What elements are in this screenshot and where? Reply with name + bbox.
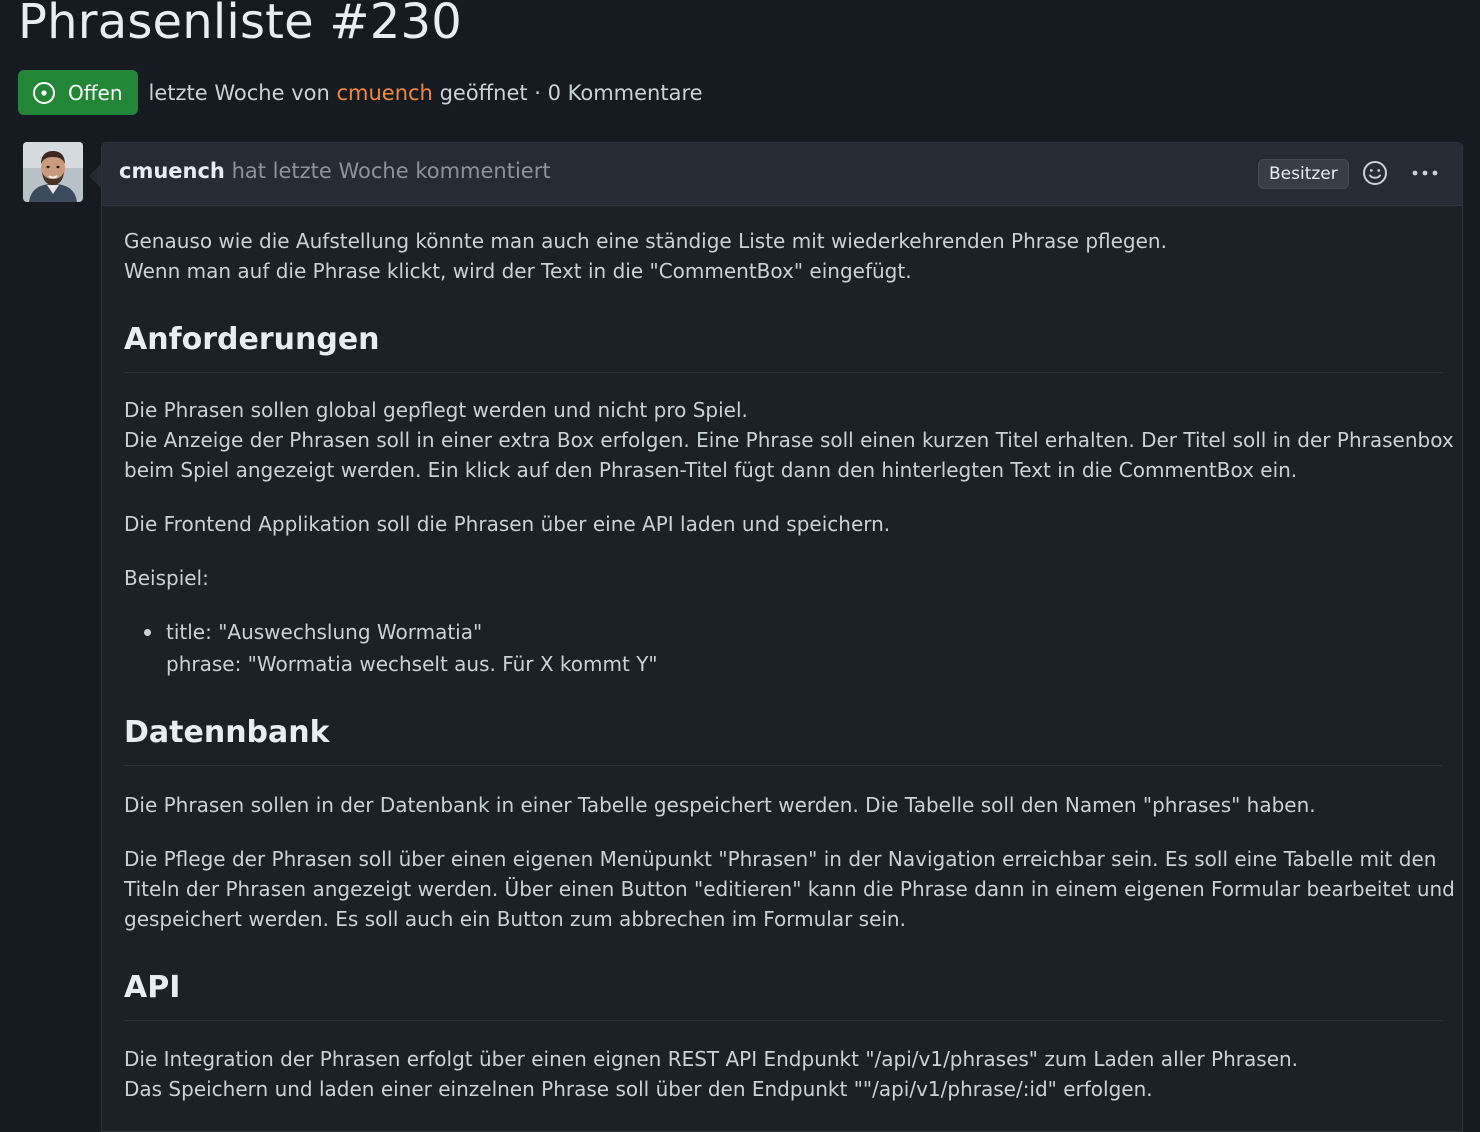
paragraph-line: Die Integration der Phrasen erfolgt über… [124, 1047, 1299, 1071]
issue-state-label: Offen [68, 80, 123, 105]
comment-pointer [89, 164, 101, 188]
paragraph-line: Die Phrasen sollen global gepflegt werde… [124, 398, 748, 422]
paragraph-line: Die Phrasen sollen in der Datenbank in e… [124, 793, 1316, 817]
issue-author-link[interactable]: cmuench [336, 81, 432, 105]
comment-header-text: cmuench hat letzte Woche kommentiert [119, 159, 551, 183]
paragraph-line: Titeln der Phrasen angezeigt werden. Übe… [124, 877, 1455, 901]
intro-paragraph: Genauso wie die Aufstellung könnte man a… [124, 226, 1446, 286]
paragraph-line: Die Anzeige der Phrasen soll in einer ex… [124, 428, 1454, 452]
comment-box: cmuench hat letzte Woche kommentiert Bes… [101, 142, 1463, 1132]
paragraph-line: Beispiel: [124, 566, 209, 590]
comment-header: cmuench hat letzte Woche kommentiert Bes… [102, 143, 1462, 206]
meta-suffix: geöffnet · 0 Kommentare [439, 80, 703, 105]
comment-author-link[interactable]: cmuench [119, 159, 225, 183]
kebab-horizontal-icon[interactable] [1408, 159, 1442, 187]
owner-badge: Besitzer [1258, 159, 1349, 189]
comment-action: hat letzte Woche kommentiert [231, 159, 551, 183]
anforderungen-paragraph-2: Die Frontend Applikation soll die Phrase… [124, 509, 1446, 539]
avatar[interactable] [23, 142, 83, 202]
datenbank-paragraph-2: Die Pflege der Phrasen soll über einen e… [124, 844, 1455, 934]
issue-meta: Offen letzte Woche von cmuench geöffnet … [18, 70, 703, 115]
list-bullet [144, 629, 151, 636]
list-item: title: "Auswechslung Wormatia" phrase: "… [166, 616, 658, 680]
paragraph-line: Das Speichern und laden einer einzelnen … [124, 1077, 1153, 1101]
list-item-line: title: "Auswechslung Wormatia" [166, 620, 483, 644]
issue-page: Phrasenliste #230 Offen letzte Woche von… [0, 0, 1480, 1132]
heading-api: API [124, 970, 181, 1005]
avatar-image [23, 142, 83, 202]
issue-state-badge: Offen [18, 70, 138, 115]
smiley-icon[interactable] [1361, 159, 1389, 187]
meta-prefix: letzte Woche von [148, 80, 330, 105]
api-paragraph: Die Integration der Phrasen erfolgt über… [124, 1044, 1446, 1104]
issue-opened-icon [33, 81, 55, 104]
heading-datenbank: Datennbank [124, 715, 330, 750]
heading-anforderungen: Anforderungen [124, 322, 380, 357]
intro-line: Genauso wie die Aufstellung könnte man a… [124, 229, 1167, 253]
anforderungen-paragraph-1: Die Phrasen sollen global gepflegt werde… [124, 395, 1454, 485]
intro-line: Wenn man auf die Phrase klickt, wird der… [124, 259, 912, 283]
heading-divider [124, 372, 1442, 373]
datenbank-paragraph-1: Die Phrasen sollen in der Datenbank in e… [124, 790, 1446, 820]
heading-divider [124, 1020, 1442, 1021]
paragraph-line: gespeichert werden. Es soll auch ein But… [124, 907, 906, 931]
list-item-line: phrase: "Wormatia wechselt aus. Für X ko… [166, 652, 658, 676]
issue-meta-text: letzte Woche von cmuench geöffnet · 0 Ko… [149, 81, 703, 105]
beispiel-label: Beispiel: [124, 563, 1446, 593]
paragraph-line: Die Pflege der Phrasen soll über einen e… [124, 847, 1437, 871]
heading-divider [124, 765, 1442, 766]
issue-title: Phrasenliste #230 [18, 0, 463, 50]
paragraph-line: beim Spiel angezeigt werden. Ein klick a… [124, 458, 1298, 482]
paragraph-line: Die Frontend Applikation soll die Phrase… [124, 512, 891, 536]
